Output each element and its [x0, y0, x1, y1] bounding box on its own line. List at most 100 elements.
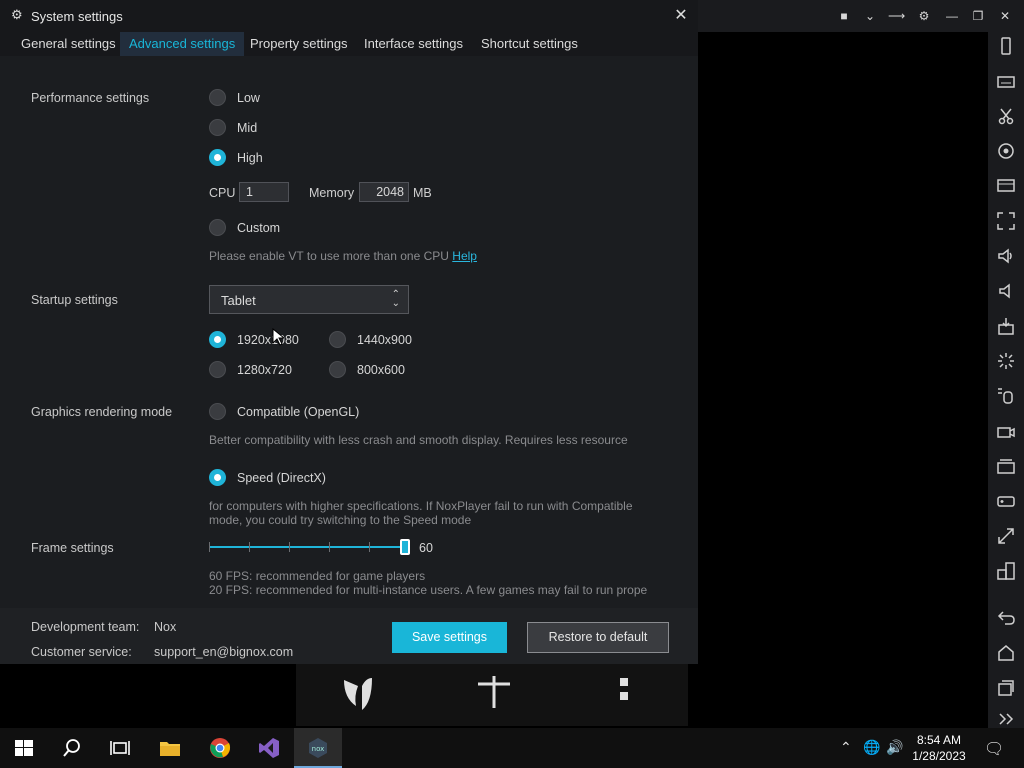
chevron-down-icon[interactable]: ⌄ [862, 8, 878, 24]
restore-default-button[interactable]: Restore to default [527, 622, 669, 653]
volume-down-icon[interactable] [997, 282, 1015, 300]
taskbar: nox ⌃ 🌐 🔊 8:54 AM 1/28/2023 🗨 [0, 728, 1024, 768]
vt-note: Please enable VT to use more than one CP… [209, 249, 477, 263]
more-options-icon[interactable] [604, 668, 644, 712]
radio-compatible-opengl[interactable] [209, 403, 226, 420]
radio-low[interactable] [209, 89, 226, 106]
windows-logo-icon [15, 740, 33, 756]
radio-speed-directx[interactable] [209, 469, 226, 486]
compatible-opengl-label: Compatible (OpenGL) [237, 405, 360, 419]
add-icon[interactable] [474, 668, 514, 712]
dialog-titlebar: ⚙ System settings ✕ [0, 0, 698, 32]
slider-thumb[interactable] [400, 539, 410, 555]
loading-icon[interactable] [997, 352, 1015, 370]
search-button[interactable] [48, 728, 96, 768]
shake-icon[interactable] [997, 37, 1015, 55]
visual-studio-icon [259, 738, 279, 758]
speed-note-line2: mode, you could try switching to the Spe… [209, 513, 472, 527]
fps-value: 60 [419, 541, 433, 555]
video-record-icon[interactable] [997, 422, 1015, 440]
start-button[interactable] [0, 728, 48, 768]
fullscreen-icon[interactable] [997, 212, 1015, 230]
back-icon[interactable] [997, 609, 1015, 627]
layout-icon[interactable] [997, 562, 1015, 580]
notifications-icon[interactable]: 🗨 [984, 739, 1004, 759]
fps-slider[interactable] [209, 538, 410, 556]
radio-res-1920x1080[interactable] [209, 331, 226, 348]
clock-date: 1/28/2023 [912, 749, 966, 763]
option-high-label: High [237, 151, 263, 165]
cpu-input[interactable] [239, 182, 289, 202]
gamepad-icon[interactable] [997, 492, 1015, 510]
close-window-icon[interactable]: ✕ [997, 8, 1013, 24]
tab-shortcut-settings[interactable]: Shortcut settings [472, 32, 587, 56]
minimize-icon[interactable]: — [944, 8, 960, 24]
res-800x600-label: 800x600 [357, 363, 405, 377]
tab-general-settings[interactable]: General settings [12, 32, 125, 56]
memory-label: Memory [309, 186, 355, 200]
chrome-icon [210, 738, 231, 758]
settings-gear-icon: ⚙ [11, 7, 23, 22]
tab-advanced-settings[interactable]: Advanced settings [120, 32, 245, 56]
gift-icon[interactable]: ■ [836, 8, 852, 24]
app-logo-icon[interactable] [338, 668, 378, 712]
visual-studio-button[interactable] [245, 728, 293, 768]
memory-input[interactable] [359, 182, 409, 202]
search-icon [63, 739, 80, 757]
network-globe-icon[interactable]: 🌐 [863, 739, 880, 756]
home-icon[interactable] [997, 644, 1015, 662]
recent-apps-icon[interactable] [997, 679, 1015, 697]
startup-settings-label: Startup settings [31, 293, 118, 307]
clock-time: 8:54 AM [916, 733, 962, 747]
pin-icon[interactable]: ⟶ [888, 8, 905, 24]
show-hidden-icons[interactable]: ⌃ [840, 739, 852, 756]
expand-more-icon[interactable] [997, 710, 1015, 728]
slider-tick [289, 542, 290, 552]
restore-window-icon[interactable]: ❐ [970, 8, 986, 24]
keyboard-icon[interactable] [997, 72, 1015, 90]
radio-res-1440x900[interactable] [329, 331, 346, 348]
res-1440x900-label: 1440x900 [357, 333, 412, 347]
settings-gear-icon[interactable]: ⚙ [916, 8, 932, 24]
chrome-button[interactable] [196, 728, 244, 768]
vt-note-text: Please enable VT to use more than one CP… [209, 249, 449, 263]
apk-install-icon[interactable] [997, 317, 1015, 335]
noxplayer-button[interactable]: nox [294, 728, 342, 768]
tab-interface-settings[interactable]: Interface settings [355, 32, 472, 56]
dialog-footer: Development team: Nox Customer service: … [0, 608, 698, 664]
slider-tick [209, 542, 210, 552]
scissors-icon[interactable] [997, 107, 1015, 125]
mouse-cursor-icon [272, 328, 284, 346]
slider-tick [249, 542, 250, 552]
file-explorer-button[interactable] [146, 728, 194, 768]
radio-custom[interactable] [209, 219, 226, 236]
resize-icon[interactable] [997, 527, 1015, 545]
fps-note-20: 20 FPS: recommended for multi-instance u… [209, 583, 648, 597]
save-settings-button[interactable]: Save settings [392, 622, 507, 653]
radio-mid[interactable] [209, 119, 226, 136]
startup-mode-select[interactable]: Tablet ⌃ ⌄ [209, 285, 409, 314]
res-1920x1080-label: 1920x1080 [237, 333, 299, 347]
emulator-sidebar [988, 32, 1024, 728]
res-1280x720-label: 1280x720 [237, 363, 292, 377]
tab-property-settings[interactable]: Property settings [241, 32, 357, 56]
volume-up-icon[interactable] [997, 247, 1015, 265]
screen: ■ ⌄ ⟶ ⚙ — ❐ ✕ ⚙ System settings ✕ Genera… [0, 0, 1024, 768]
close-icon[interactable]: ✕ [672, 7, 690, 25]
multi-drive-icon[interactable] [997, 457, 1015, 475]
slider-track [209, 546, 404, 548]
radio-high[interactable] [209, 149, 226, 166]
location-icon[interactable] [997, 142, 1015, 160]
radio-res-1280x720[interactable] [209, 361, 226, 378]
radio-res-800x600[interactable] [329, 361, 346, 378]
task-view-button[interactable] [96, 728, 144, 768]
settings-tabs: General settings Advanced settings Prope… [0, 32, 698, 56]
screen-icon[interactable] [997, 177, 1015, 195]
customer-service-email: support_en@bignox.com [154, 645, 294, 659]
help-link[interactable]: Help [452, 249, 477, 263]
slider-tick [369, 542, 370, 552]
clock[interactable]: 8:54 AM 1/28/2023 [900, 732, 978, 764]
settings-content: Performance settings Low Mid High CPU Me… [0, 56, 698, 608]
android-toolbar [296, 660, 688, 726]
macro-icon[interactable] [997, 387, 1015, 405]
